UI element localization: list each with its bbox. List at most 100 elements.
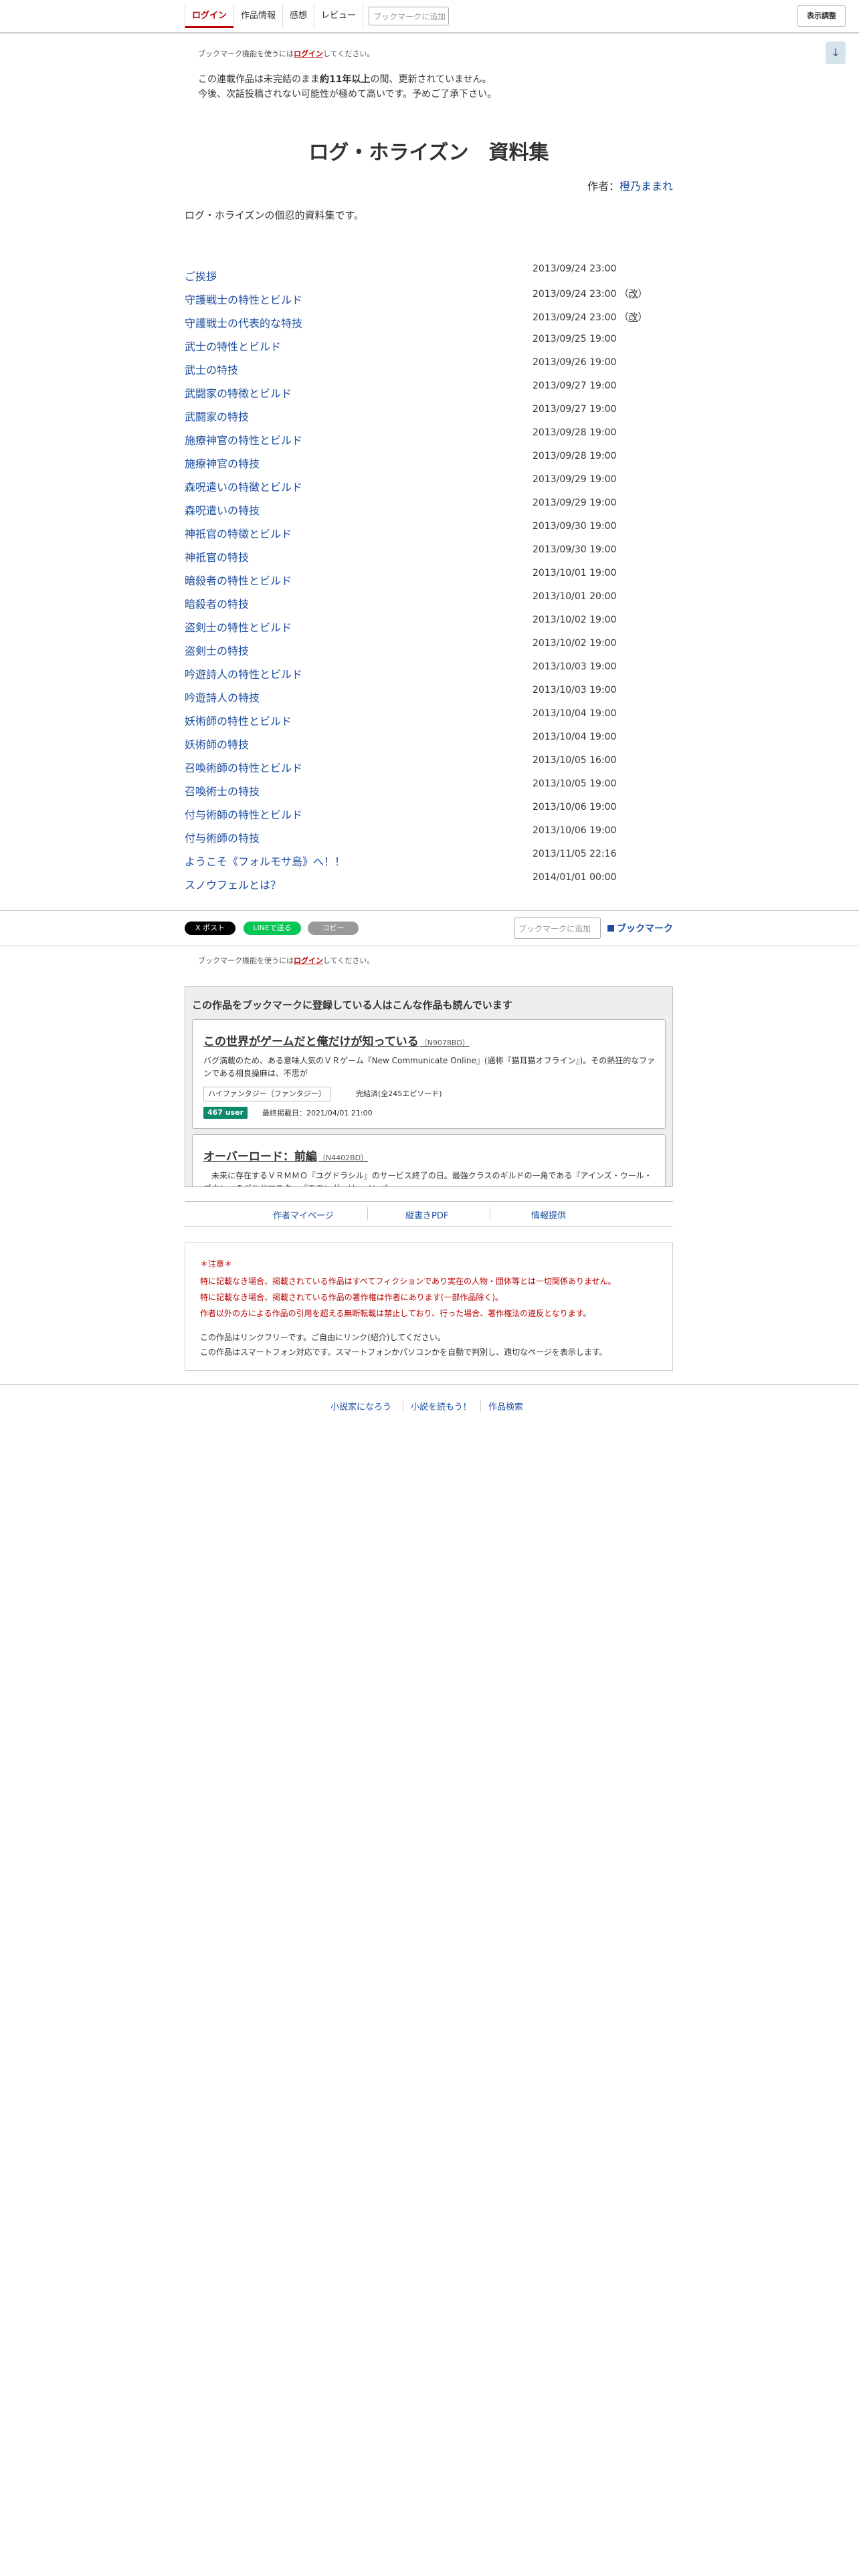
toc-chapter-link[interactable]: スノウフェルとは？ — [185, 876, 281, 892]
toc-date: 2013/10/02 19:00 — [533, 638, 617, 649]
toc-chapter-link[interactable]: 武闘家の特技 — [185, 408, 249, 424]
toc-chapter-link[interactable]: 施療神官の特性とビルド — [185, 431, 302, 447]
author-mypage-link[interactable]: 作者マイページ — [273, 1208, 334, 1221]
toc-row: 武闘家の特技 2013/09/27 19:00 — [185, 404, 673, 427]
toc-row: ようこそ《フォルモサ島》へ！！ 2013/11/05 22:16 — [185, 849, 673, 872]
toc-row: 妖術師の特性とビルド 2013/10/04 19:00 — [185, 708, 673, 732]
toc-row: 付与術師の特性とビルド 2013/10/06 19:00 — [185, 802, 673, 825]
notice-red-3: 作者以外の方による作品の引用を超える無断転載は禁止しており、行った場合、著作権法… — [200, 1309, 591, 1318]
toc-date: 2013/10/04 19:00 — [533, 732, 617, 742]
toc-chapter-link[interactable]: 妖術師の特性とビルド — [185, 712, 292, 728]
author-link[interactable]: 橙乃ままれ — [619, 180, 673, 193]
toc-date: 2013/10/01 20:00 — [533, 591, 617, 602]
toc-date: 2013/10/05 19:00 — [533, 778, 617, 789]
toc-chapter-link[interactable]: 召喚術師の特性とビルド — [185, 759, 302, 775]
top-nav: ログイン 作品情報 感想 レビュー ブックマークに追加 表示調整 — [0, 0, 859, 33]
author-line: 作者：橙乃ままれ — [587, 180, 673, 193]
toc-chapter-link[interactable]: 妖術師の特技 — [185, 736, 249, 752]
recommendations-heading: この作品をブックマークに登録している人はこんな作品も読んでいます — [192, 999, 512, 1011]
toc-date: 2013/09/27 19:00 — [533, 381, 617, 391]
toc-chapter-link[interactable]: 召喚術士の特技 — [185, 782, 260, 798]
nav-bookmark-add-button[interactable]: ブックマークに追加 — [369, 7, 450, 25]
toc-date: 2013/10/05 16:00 — [533, 755, 617, 766]
toc-chapter-link[interactable]: 吟遊詩人の特技 — [185, 689, 260, 705]
toc-chapter-link[interactable]: 盗剣士の特技 — [185, 642, 249, 658]
novel-title: ログ・ホライズン 資料集 — [308, 141, 549, 165]
recommendation-description: 未来に存在するＶＲＭＭＯ『ユグドラシル』のサービス終了の日。最強クラスのギルドの… — [203, 1171, 652, 1186]
vertical-pdf-link[interactable]: 縦書きPDF — [405, 1208, 448, 1221]
toc-date: 2013/09/24 23:00 （改） — [533, 289, 648, 300]
toc-date: 2013/09/26 19:00 — [533, 357, 617, 368]
toc-row: 付与術師の特技 2013/10/06 19:00 — [185, 825, 673, 849]
toc-row: 神祇官の特徴とビルド 2013/09/30 19:00 — [185, 521, 673, 544]
recommendation-title-link[interactable]: オーバーロード：前編 （N4402BD） — [203, 1147, 368, 1164]
warning-line-2: 今後、次話投稿されない可能性が極めて高いです。予めご了承下さい。 — [198, 89, 497, 100]
revised-mark: （改） — [619, 312, 648, 323]
toc-chapter-link[interactable]: 盗剣士の特性とビルド — [185, 619, 292, 635]
share-bookmark-add-button[interactable]: ブックマークに追加 — [514, 918, 601, 939]
toc-chapter-link[interactable]: 武闘家の特徴とビルド — [185, 385, 292, 401]
toc-chapter-link[interactable]: 吟遊詩人の特性とビルド — [185, 665, 302, 681]
toc-date: 2014/01/01 00:00 — [533, 872, 617, 883]
toc-chapter-link[interactable]: ご挨拶 — [185, 267, 217, 284]
toc-chapter-link[interactable]: 武士の特性とビルド — [185, 338, 281, 354]
toc-chapter-link[interactable]: 暗殺者の特技 — [185, 595, 249, 611]
nav-review-link[interactable]: レビュー — [314, 4, 364, 28]
notice-black-2: この作品はスマートフォン対応です。スマートフォンかパソコンかを自動で判別し、適切… — [200, 1348, 607, 1357]
revised-mark: （改） — [619, 289, 648, 300]
toc-chapter-link[interactable]: 守護戦士の特性とビルド — [185, 291, 302, 307]
toc-date: 2013/10/03 19:00 — [533, 661, 617, 672]
notice-box: ＊注意＊ 特に記載なき場合、掲載されている作品はすべてフィクションであり実在の人… — [185, 1243, 673, 1371]
toc-chapter-link[interactable]: 森呪遣いの特技 — [185, 502, 260, 518]
toc-date: 2013/10/03 19:00 — [533, 685, 617, 695]
toc-chapter-link[interactable]: 暗殺者の特性とビルド — [185, 572, 292, 588]
toc-chapter-link[interactable]: 施療神官の特技 — [185, 455, 260, 471]
toc-date: 2013/10/01 19:00 — [533, 568, 617, 578]
toc-chapter-link[interactable]: 森呪遣いの特徴とビルド — [185, 478, 302, 494]
bookmark-login-note-2: ブックマーク機能を使うにはログインしてください。 — [198, 956, 375, 965]
toc-date: 2013/11/05 22:16 — [533, 849, 617, 859]
toc-row: 武士の特技 2013/09/26 19:00 — [185, 357, 673, 381]
bookmark-login-note: ブックマーク機能を使うにはログインしてください。 — [198, 48, 374, 59]
notice-red-2: 特に記載なき場合、掲載されている作品の著作権は作者にあります(一部作品除く)。 — [200, 1293, 504, 1302]
toc-date: 2013/10/06 19:00 — [533, 825, 617, 836]
recommendations-panel: この作品をブックマークに登録している人はこんな作品も読んでいます この世界がゲー… — [185, 986, 673, 1187]
toc-chapter-link[interactable]: 武士の特技 — [185, 361, 238, 377]
nav-impressions-link[interactable]: 感想 — [282, 4, 314, 28]
recommendation-title-link[interactable]: この世界がゲームだと俺だけが知っている （N9078BD） — [203, 1032, 470, 1049]
line-send-button[interactable]: LINEで送る — [244, 922, 301, 935]
nav-login-link[interactable]: ログイン — [185, 4, 234, 28]
bookmark-icon — [607, 925, 614, 932]
genre-tag[interactable]: ハイファンタジー〔ファンタジー〕 — [203, 1087, 330, 1101]
toc-row: 吟遊詩人の特性とビルド 2013/10/03 19:00 — [185, 661, 673, 685]
footer-search-link[interactable]: 作品検索 — [488, 1400, 523, 1412]
bookmark-note-login-link[interactable]: ログイン — [294, 49, 323, 58]
copy-button[interactable]: コピー — [308, 922, 359, 935]
toc-date: 2013/09/30 19:00 — [533, 521, 617, 532]
toc-date: 2013/09/24 23:00 — [533, 263, 617, 274]
toc-date: 2013/09/28 19:00 — [533, 451, 617, 461]
toc-date: 2013/09/25 19:00 — [533, 334, 617, 344]
notice-title: ＊注意＊ — [200, 1259, 233, 1269]
toc-chapter-link[interactable]: 神祇官の特徴とビルド — [185, 525, 292, 541]
x-post-button[interactable]: X ポスト — [185, 922, 235, 935]
toc-chapter-link[interactable]: 付与術師の特技 — [185, 829, 260, 845]
recommendation-card: オーバーロード：前編 （N4402BD） 未来に存在するＶＲＭＭＯ『ユグドラシル』… — [192, 1134, 666, 1186]
info-provide-link[interactable]: 情報提供 — [531, 1208, 566, 1221]
display-settings-button[interactable]: 表示調整 — [797, 5, 846, 27]
toc-chapter-link[interactable]: ようこそ《フォルモサ島》へ！！ — [185, 853, 345, 869]
bookmark-button[interactable]: ブックマーク — [607, 922, 673, 935]
top-nav-items: ログイン 作品情報 感想 レビュー ブックマークに追加 — [185, 3, 450, 29]
nav-work-info-link[interactable]: 作品情報 — [233, 4, 282, 28]
toc-row: 武士の特性とビルド 2013/09/25 19:00 — [185, 334, 673, 357]
bookmark-note-login-link-2[interactable]: ログイン — [294, 956, 323, 965]
toc-chapter-link[interactable]: 守護戦士の代表的な特技 — [185, 314, 302, 330]
toc-chapter-link[interactable]: 付与術師の特性とビルド — [185, 806, 302, 822]
footer-yomou-link[interactable]: 小説を読もう！ — [411, 1400, 472, 1412]
toc-date: 2013/09/28 19:00 — [533, 427, 617, 438]
footer-narou-link[interactable]: 小説家になろう — [330, 1400, 391, 1412]
toc-date: 2013/10/06 19:00 — [533, 802, 617, 813]
share-bar: X ポスト LINEで送る コピー ブックマークに追加 ブックマーク — [0, 910, 859, 946]
toc-chapter-link[interactable]: 神祇官の特技 — [185, 548, 249, 564]
scroll-down-button[interactable]: ↓ — [826, 41, 846, 64]
